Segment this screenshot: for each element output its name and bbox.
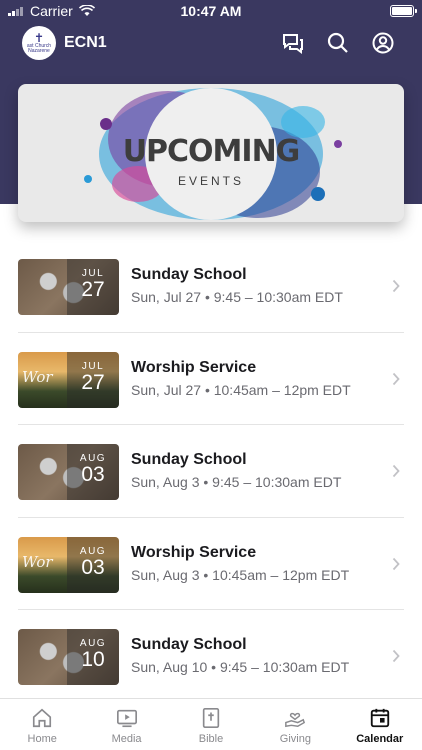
tab-giving[interactable]: Giving	[253, 699, 337, 750]
event-title: Worship Service	[131, 543, 257, 561]
event-datetime: Sun, Jul 27 • 10:45am – 12pm EDT	[131, 381, 351, 398]
event-row[interactable]: JUL 27 Sunday School Sun, Jul 27 • 9:45 – 1…	[0, 240, 422, 333]
banner-subtitle: EVENTS	[177, 174, 244, 188]
event-day: 03	[81, 555, 105, 579]
tab-media[interactable]: Media	[84, 699, 168, 750]
tab-calendar[interactable]: Calendar	[338, 699, 422, 750]
event-day: 27	[81, 278, 105, 301]
tab-bar: Home Media Bible Giving Calendar	[0, 698, 422, 750]
messages-button[interactable]	[280, 30, 306, 56]
event-row[interactable]: Wor JUL 27 Worship Service Sun, Jul 27 • 10:…	[0, 333, 422, 425]
event-row[interactable]: AUG 03 Sunday School Sun, Aug 3 • 9:45 – 10…	[0, 425, 422, 518]
status-bar: Carrier 10:47 AM	[0, 0, 422, 22]
tab-label: Media	[111, 733, 142, 745]
app-title: ECN1	[64, 34, 107, 51]
chevron-right-icon	[392, 649, 400, 663]
event-row[interactable]: Wor AUG 03 Worship Service Sun, Aug 3 • 10:4…	[0, 518, 422, 610]
profile-button[interactable]	[370, 30, 396, 56]
upcoming-events-banner[interactable]: UPCOMING EVENTS	[18, 84, 404, 222]
event-day: 03	[81, 463, 105, 486]
event-datetime: Sun, Jul 27 • 9:45 – 10:30am EDT	[131, 289, 343, 305]
event-title: Sunday School	[131, 266, 247, 283]
event-title: Sunday School	[131, 636, 247, 653]
home-icon	[33, 708, 52, 728]
calendar-icon	[370, 708, 389, 728]
tab-label: Calendar	[356, 733, 404, 745]
event-datetime: Sun, Aug 3 • 10:45am – 12pm EDT	[131, 566, 350, 583]
logo-text: ast Church Nazarene	[26, 43, 52, 54]
chat-icon	[283, 34, 303, 54]
event-date-badge: AUG 10	[67, 629, 119, 685]
event-thumbnail: AUG 03	[18, 444, 119, 500]
media-icon	[116, 709, 137, 728]
bible-icon	[202, 708, 220, 728]
chevron-right-icon	[392, 557, 400, 570]
search-icon	[327, 32, 348, 53]
thumbnail-script-text: Wor	[22, 367, 53, 386]
search-button[interactable]	[325, 30, 351, 56]
event-title: Sunday School	[131, 451, 247, 468]
event-thumbnail: Wor AUG 03	[18, 536, 119, 593]
church-logo[interactable]: ✝ ast Church Nazarene	[22, 26, 56, 60]
event-day: 10	[81, 648, 105, 671]
chevron-right-icon	[392, 279, 400, 293]
chevron-right-icon	[392, 464, 400, 478]
event-month: JUL	[81, 360, 105, 372]
event-date-badge: AUG 03	[67, 444, 119, 500]
event-title: Worship Service	[131, 358, 257, 376]
tab-label: Home	[27, 733, 57, 745]
event-date-badge: AUG 03	[67, 536, 119, 593]
status-time: 10:47 AM	[180, 3, 242, 19]
event-date-badge: JUL 27	[67, 259, 119, 315]
battery-icon	[390, 5, 417, 17]
event-month: AUG	[79, 545, 107, 557]
giving-icon	[285, 712, 306, 728]
chevron-right-icon	[392, 372, 400, 385]
event-datetime: Sun, Aug 3 • 9:45 – 10:30am EDT	[131, 474, 342, 490]
app-bar: ✝ ast Church Nazarene ECN1	[0, 24, 422, 62]
event-day: 27	[81, 370, 105, 394]
event-thumbnail: JUL 27	[18, 259, 119, 315]
account-icon	[372, 32, 394, 54]
event-list: JUL 27 Sunday School Sun, Jul 27 • 9:45 – 1…	[0, 240, 422, 703]
banner-title: UPCOMING	[122, 134, 301, 169]
event-row[interactable]: AUG 10 Sunday School Sun, Aug 10 • 9:45 – 1…	[0, 610, 422, 703]
event-datetime: Sun, Aug 10 • 9:45 – 10:30am EDT	[131, 659, 350, 675]
event-thumbnail: Wor JUL 27	[18, 351, 119, 408]
thumbnail-script-text: Wor	[22, 552, 53, 571]
tab-bible[interactable]: Bible	[169, 699, 253, 750]
tab-home[interactable]: Home	[0, 699, 84, 750]
tab-label: Giving	[279, 733, 311, 745]
event-date-badge: JUL 27	[67, 351, 119, 408]
event-thumbnail: AUG 10	[18, 629, 119, 685]
tab-label: Bible	[198, 733, 224, 745]
